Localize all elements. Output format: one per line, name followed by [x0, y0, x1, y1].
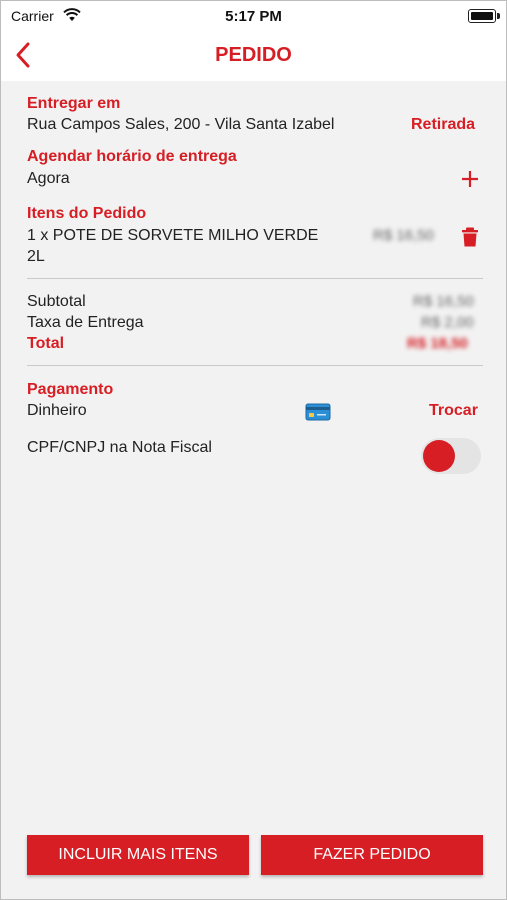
delivery-fee-value: R$ 2,00: [421, 314, 474, 331]
add-more-items-button[interactable]: INCLUIR MAIS ITENS: [27, 835, 249, 875]
credit-card-icon: [305, 403, 331, 421]
add-schedule-plus-icon[interactable]: [460, 169, 480, 189]
delivery-address: Rua Campos Sales, 200 - Vila Santa Izabe…: [27, 116, 335, 133]
change-payment-button[interactable]: Trocar: [429, 402, 478, 420]
divider: [27, 365, 483, 366]
toggle-knob: [423, 440, 455, 472]
item-name: 1 x POTE DE SORVETE MILHO VERDE: [27, 227, 319, 244]
schedule-value: Agora: [27, 170, 70, 187]
delivery-heading: Entregar em: [27, 95, 121, 112]
divider: [27, 278, 483, 279]
invoice-cpf-toggle[interactable]: [421, 438, 481, 474]
place-order-button[interactable]: FAZER PEDIDO: [261, 835, 483, 875]
subtotal-label: Subtotal: [27, 293, 86, 310]
pickup-button[interactable]: Retirada: [411, 116, 475, 134]
phone-screen: Carrier 5:17 PM PEDIDO Entregar em Rua C…: [0, 0, 507, 900]
trash-icon[interactable]: [461, 227, 479, 247]
item-size: 2L: [27, 248, 45, 265]
status-bar: Carrier 5:17 PM: [1, 1, 506, 31]
total-label: Total: [27, 335, 65, 352]
item-price: R$ 16,50: [373, 227, 434, 244]
invoice-cpf-label: CPF/CNPJ na Nota Fiscal: [27, 439, 212, 456]
subtotal-value: R$ 16,50: [413, 293, 474, 310]
payment-method: Dinheiro: [27, 402, 87, 419]
delivery-fee-label: Taxa de Entrega: [27, 314, 144, 331]
payment-heading: Pagamento: [27, 381, 114, 398]
battery-icon: [468, 9, 500, 23]
total-value: R$ 18,50: [407, 335, 468, 352]
page-title: PEDIDO: [215, 44, 292, 66]
schedule-heading: Agendar horário de entrega: [27, 148, 237, 165]
navigation-bar: PEDIDO: [1, 31, 506, 81]
clock: 5:17 PM: [225, 8, 282, 25]
items-heading: Itens do Pedido: [27, 205, 147, 222]
